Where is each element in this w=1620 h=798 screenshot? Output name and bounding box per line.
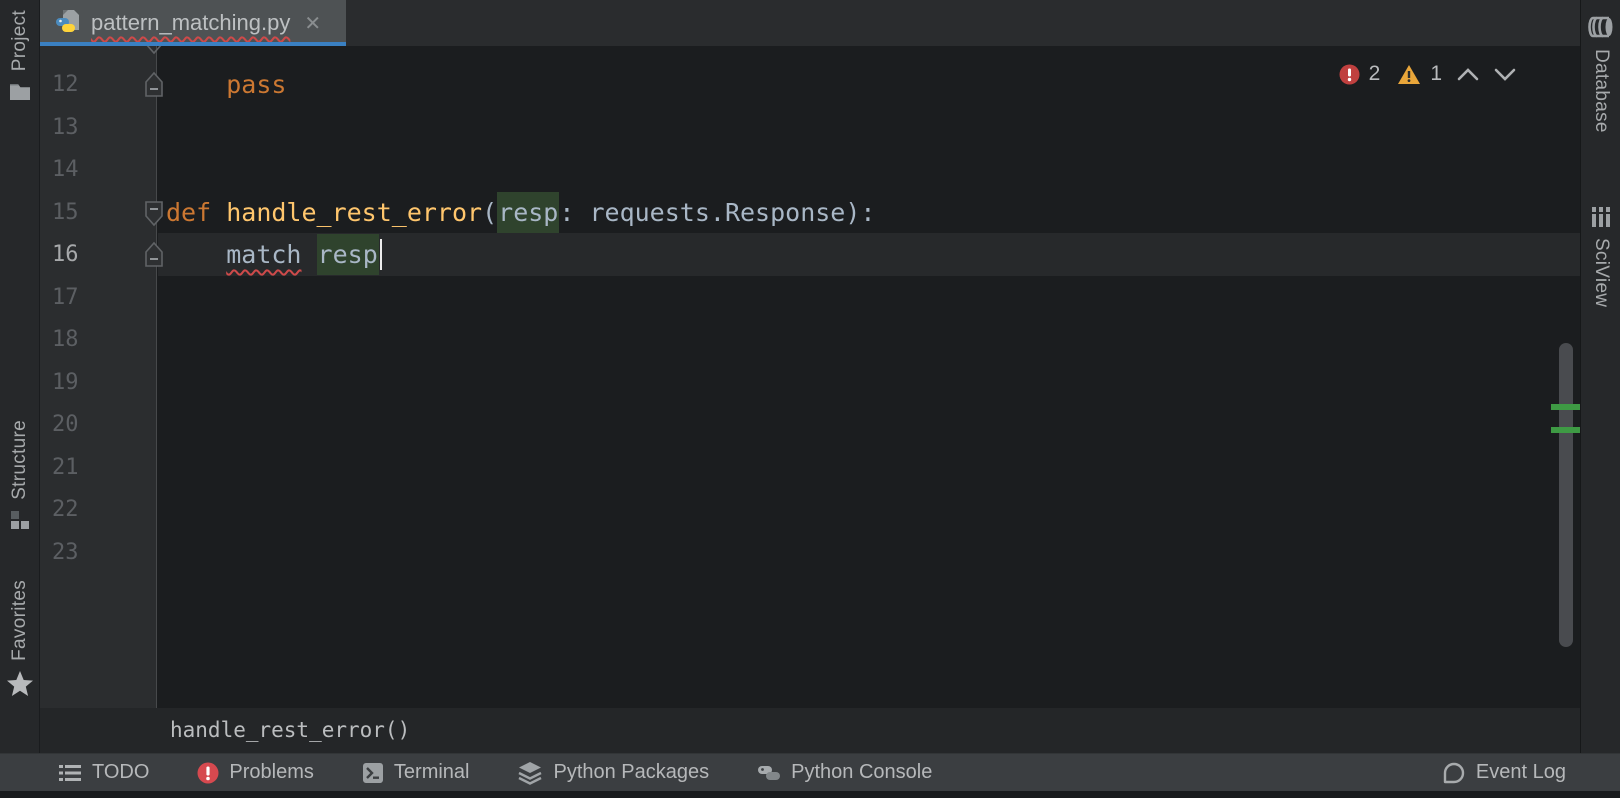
statusbar-problems-label: Problems [229,761,313,784]
statusbar-python-console-label: Python Console [791,761,932,784]
warning-count: 1 [1430,62,1442,86]
todo-list-icon [58,763,82,783]
tool-button-structure-label: Structure [9,420,31,500]
editor-line-13[interactable]: 13 [40,106,1580,149]
editor-line-15[interactable]: 15 def handle_rest_error(resp: requests.… [40,191,1580,234]
fold-marker-collapse-icon[interactable] [142,240,166,270]
space [301,240,316,269]
statusbar-todo-button[interactable]: TODO [58,761,149,784]
statusbar-event-log-label: Event Log [1476,761,1566,784]
statusbar-todo-label: TODO [92,761,149,784]
change-marker-green[interactable] [1551,404,1580,410]
indent [166,240,226,269]
line-number[interactable]: 12 [52,63,112,106]
fold-marker-expand-icon[interactable] [142,198,166,228]
keyword-def: def [166,198,226,227]
editor-line-18[interactable]: 18 [40,318,1580,361]
editor-line-23[interactable]: 23 [40,531,1580,574]
statusbar-terminal-label: Terminal [394,761,470,784]
breadcrumb-bar: handle_rest_error() [40,708,1580,753]
error-circle-icon [197,762,219,784]
editor-line-21[interactable]: 21 [40,446,1580,489]
grid-icon [1589,205,1613,229]
statusbar-terminal-button[interactable]: Terminal [362,761,470,784]
statusbar-event-log-button[interactable]: Event Log [1442,761,1566,785]
fold-marker-partial[interactable] [142,46,166,55]
highlighted-identifier-resp: resp [317,234,379,275]
function-name: handle_rest_error [226,198,482,227]
warning-triangle-icon [1397,64,1421,85]
editor-line-16-current[interactable]: 16 match resp [40,233,1580,276]
error-count: 2 [1369,62,1381,86]
window-bottom-edge [0,791,1620,798]
line-number[interactable]: 22 [52,488,112,531]
tool-button-project-label: Project [9,10,31,71]
tool-button-database-label: Database [1590,49,1612,133]
structure-icon [9,509,31,531]
packages-stack-icon [517,761,543,785]
line-number[interactable]: 19 [52,361,112,404]
editor-line-22[interactable]: 22 [40,488,1580,531]
statusbar-python-packages-label: Python Packages [553,761,709,784]
right-tool-window-bar: Database SciView [1580,0,1620,753]
vertical-scrollbar-thumb[interactable] [1559,343,1573,647]
chevron-down-icon[interactable] [1494,68,1516,81]
line-number[interactable]: 20 [52,403,112,446]
code-text[interactable]: def handle_rest_error(resp: requests.Res… [166,191,1560,234]
statusbar-python-console-button[interactable]: Python Console [757,761,932,785]
line-number[interactable]: 13 [52,106,112,149]
inspections-widget[interactable]: 2 1 [1339,62,1516,86]
statusbar-problems-button[interactable]: Problems [197,761,313,784]
left-tool-window-bar: Project Structure Favorites [0,0,40,753]
line-number[interactable]: 14 [52,148,112,191]
editor-line-14[interactable]: 14 [40,148,1580,191]
code-editor[interactable]: 12 pass 13 14 15 def handle_rest_error(r… [40,46,1580,708]
error-circle-icon [1339,64,1360,85]
tool-button-database[interactable]: Database [1581,14,1620,133]
chevron-up-icon[interactable] [1457,68,1479,81]
tab-title: pattern_matching.py [91,10,290,36]
terminal-icon [362,762,384,784]
tab-pattern-matching-py[interactable]: pattern_matching.py ✕ [40,0,346,46]
tool-button-sciview[interactable]: SciView [1581,205,1620,307]
python-file-icon [55,9,81,37]
indent [166,70,226,99]
python-icon [757,761,781,785]
punctuation: ( [482,198,497,227]
change-marker-green[interactable] [1551,427,1580,433]
event-log-balloon-icon [1442,761,1466,785]
fold-marker-collapse-icon[interactable] [142,70,166,100]
folder-icon [8,80,32,102]
line-number[interactable]: 23 [52,531,112,574]
tool-button-sciview-label: SciView [1590,238,1612,307]
editor-line-20[interactable]: 20 [40,403,1580,446]
highlighted-identifier-resp: resp [497,192,559,233]
editor-line-17[interactable]: 17 [40,276,1580,319]
status-bar: TODO Problems Terminal Python Packages P… [0,753,1620,791]
line-number-current[interactable]: 16 [52,233,112,276]
line-number[interactable]: 18 [52,318,112,361]
breadcrumb-item[interactable]: handle_rest_error() [170,708,410,753]
tool-button-project[interactable]: Project [0,10,40,102]
statusbar-python-packages-button[interactable]: Python Packages [517,761,709,785]
editor-tab-bar: pattern_matching.py ✕ [40,0,1580,46]
tool-button-structure[interactable]: Structure [0,420,40,531]
ide-window: Project Structure Favorites Database [0,0,1620,798]
line-number[interactable]: 17 [52,276,112,319]
type-annotation: : requests.Response): [559,198,875,227]
text-caret [380,239,382,270]
code-text[interactable]: match resp [166,233,1560,276]
tool-button-favorites-label: Favorites [9,580,31,661]
star-icon [5,670,35,698]
line-number[interactable]: 21 [52,446,112,489]
editor-line-19[interactable]: 19 [40,361,1580,404]
tool-button-favorites[interactable]: Favorites [0,580,40,698]
line-number[interactable]: 15 [52,191,112,234]
database-icon [1588,15,1614,39]
error-underlined-match: match [226,240,301,269]
keyword-pass: pass [226,70,286,99]
close-icon[interactable]: ✕ [304,11,321,36]
